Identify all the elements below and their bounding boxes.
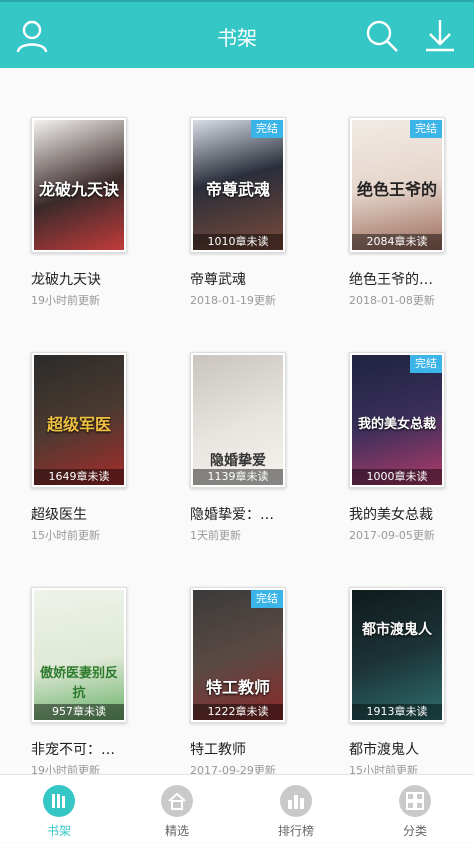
tab-category[interactable]: 分类 <box>356 775 474 843</box>
cover-title: 龙破九天诀 <box>38 180 119 199</box>
completed-badge: 完结 <box>410 120 442 138</box>
cover-art: 超级军医 <box>34 355 124 485</box>
cover-art: 帝尊武魂 <box>193 120 283 250</box>
cover-art: 都市渡鬼人 <box>352 590 442 720</box>
tab-ranking[interactable]: 排行榜 <box>237 775 355 843</box>
book-title[interactable]: 都市渡鬼人 <box>349 739 474 759</box>
completed-badge: 完结 <box>251 120 283 138</box>
book-title[interactable]: 特工教师 <box>190 739 330 759</box>
book-cover[interactable]: 龙破九天诀 <box>31 117 127 253</box>
book-title[interactable]: 帝尊武魂 <box>190 269 330 289</box>
book-cover[interactable]: 都市渡鬼人 1913章未读 <box>349 587 445 723</box>
tab-label: 排行榜 <box>277 824 314 838</box>
book-cover[interactable]: 傲娇医妻别反抗 957章未读 <box>31 587 127 723</box>
book-cover[interactable]: 帝尊武魂 完结 1010章未读 <box>190 117 286 253</box>
book-update-time: 15小时前更新 <box>31 529 100 542</box>
search-icon[interactable] <box>362 16 402 56</box>
completed-badge: 完结 <box>251 590 283 608</box>
book-title[interactable]: 绝色王爷的… <box>349 269 474 289</box>
book-update-time: 2018-01-19更新 <box>190 294 276 307</box>
cover-title: 都市渡鬼人 <box>362 622 432 638</box>
cover-art: 特工教师 <box>193 590 283 720</box>
book-title[interactable]: 超级医生 <box>31 504 171 524</box>
bookshelf-grid: 龙破九天诀 龙破九天诀 19小时前更新 帝尊武魂 完结 1010章未读 帝尊武魂… <box>0 68 474 777</box>
download-icon[interactable] <box>420 16 460 56</box>
cover-art: 绝色王爷的 <box>352 120 442 250</box>
book-title[interactable]: 龙破九天诀 <box>31 269 171 289</box>
cover-art: 隐婚挚爱 <box>193 355 283 485</box>
ranking-icon <box>280 785 312 817</box>
completed-badge: 完结 <box>410 355 442 373</box>
unread-count: 1010章未读 <box>193 234 283 250</box>
book-update-time: 1天前更新 <box>190 529 241 542</box>
book-cover[interactable]: 特工教师 完结 1222章未读 <box>190 587 286 723</box>
book-cover[interactable]: 超级军医 1649章未读 <box>31 352 127 488</box>
page-title: 书架 <box>217 26 257 50</box>
cover-title: 我的美女总裁 <box>357 417 436 432</box>
book-cover[interactable]: 绝色王爷的 完结 2084章未读 <box>349 117 445 253</box>
book-title[interactable]: 非宠不可：… <box>31 739 171 759</box>
category-icon <box>399 785 431 817</box>
cover-title: 超级军医 <box>46 415 111 434</box>
book-update-time: 2018-01-08更新 <box>349 294 435 307</box>
tab-label: 精选 <box>164 824 189 838</box>
cover-art: 龙破九天诀 <box>34 120 124 250</box>
book-cover[interactable]: 我的美女总裁 完结 1000章未读 <box>349 352 445 488</box>
cover-title: 傲娇医妻别反抗 <box>39 666 118 701</box>
book-update-time: 2017-09-05更新 <box>349 529 435 542</box>
tab-label: 书架 <box>46 824 71 838</box>
cover-title: 帝尊武魂 <box>205 180 270 199</box>
cover-title: 隐婚挚爱 <box>210 453 266 469</box>
book-update-time: 19小时前更新 <box>31 294 100 307</box>
book-cover[interactable]: 隐婚挚爱 1139章未读 <box>190 352 286 488</box>
unread-count: 1222章未读 <box>193 704 283 720</box>
book-title[interactable]: 隐婚挚爱：… <box>190 504 330 524</box>
home-icon <box>161 785 193 817</box>
cover-art: 傲娇医妻别反抗 <box>34 590 124 720</box>
unread-count: 1000章未读 <box>352 469 442 485</box>
cover-title: 特工教师 <box>205 678 270 697</box>
tab-featured[interactable]: 精选 <box>118 775 236 843</box>
unread-count: 1913章未读 <box>352 704 442 720</box>
unread-count: 2084章未读 <box>352 234 442 250</box>
tab-label: 分类 <box>402 824 427 838</box>
bookshelf-icon <box>43 785 75 817</box>
unread-count: 1649章未读 <box>34 469 124 485</box>
bottom-tab-bar: 书架 精选 排行榜 分类 <box>0 774 474 842</box>
unread-count: 1139章未读 <box>193 469 283 485</box>
cover-art: 我的美女总裁 <box>352 355 442 485</box>
tab-bookshelf[interactable]: 书架 <box>0 775 118 843</box>
unread-count: 957章未读 <box>34 704 124 720</box>
cover-title: 绝色王爷的 <box>356 180 437 199</box>
top-bar: 书架 <box>0 0 474 68</box>
book-title[interactable]: 我的美女总裁 <box>349 504 474 524</box>
